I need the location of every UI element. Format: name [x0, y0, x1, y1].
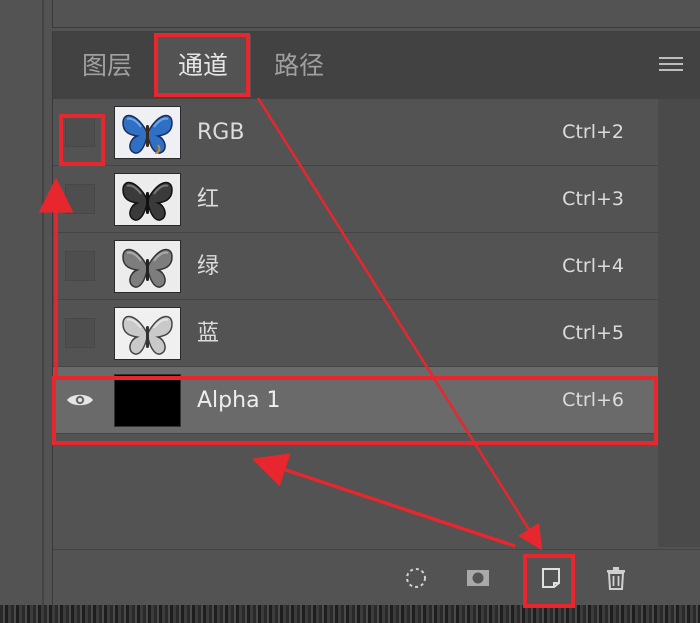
butterfly-thumbnail-icon: [114, 106, 181, 159]
load-selection-icon[interactable]: [402, 564, 430, 592]
butterfly-thumbnail-icon: [114, 240, 181, 293]
channel-row-green[interactable]: 绿 Ctrl+4: [53, 233, 658, 300]
delete-channel-icon[interactable]: [602, 564, 630, 592]
upper-panel: [52, 0, 700, 28]
scrollbar[interactable]: [658, 99, 700, 547]
panel-tab-bar: 图层 通道 路径: [53, 31, 700, 99]
channel-shortcut: Ctrl+2: [562, 121, 624, 143]
channel-row-blue[interactable]: 蓝 Ctrl+5: [53, 300, 658, 367]
channel-row-alpha-1[interactable]: Alpha 1 Ctrl+6: [53, 367, 658, 434]
channel-name: 蓝: [197, 321, 220, 346]
visibility-toggle[interactable]: [65, 117, 95, 147]
channel-row-rgb[interactable]: RGB Ctrl+2: [53, 99, 658, 166]
gutter-divider: [42, 0, 44, 605]
eye-icon[interactable]: [65, 391, 95, 409]
visibility-toggle[interactable]: [65, 385, 95, 415]
channel-name: 红: [197, 187, 220, 212]
channel-name: Alpha 1: [197, 388, 281, 413]
visibility-toggle[interactable]: [65, 184, 95, 214]
channel-shortcut: Ctrl+4: [562, 255, 624, 277]
butterfly-thumbnail-icon: [114, 307, 181, 360]
channel-name: RGB: [197, 120, 245, 145]
tab-channels[interactable]: 通道: [155, 35, 251, 97]
visibility-toggle[interactable]: [65, 318, 95, 348]
butterfly-thumbnail-icon: [114, 173, 181, 226]
visibility-toggle[interactable]: [65, 251, 95, 281]
left-gutter: [0, 0, 52, 605]
alpha-thumbnail: [114, 374, 181, 427]
canvas-edge: [0, 605, 700, 623]
panel-footer: [53, 549, 700, 606]
save-selection-icon[interactable]: [464, 564, 492, 592]
channels-panel: 图层 通道 路径 RGB Ctrl+2 红 Ctrl+3 绿 Ctrl+4 蓝 …: [52, 31, 700, 606]
tab-paths[interactable]: 路径: [251, 35, 347, 97]
hamburger-menu-icon[interactable]: [659, 57, 683, 73]
channel-shortcut: Ctrl+6: [562, 389, 624, 411]
channel-shortcut: Ctrl+3: [562, 188, 624, 210]
new-channel-icon[interactable]: [537, 564, 565, 592]
channel-row-red[interactable]: 红 Ctrl+3: [53, 166, 658, 233]
channel-shortcut: Ctrl+5: [562, 322, 624, 344]
tab-layers[interactable]: 图层: [59, 35, 155, 97]
channel-name: 绿: [197, 254, 220, 279]
